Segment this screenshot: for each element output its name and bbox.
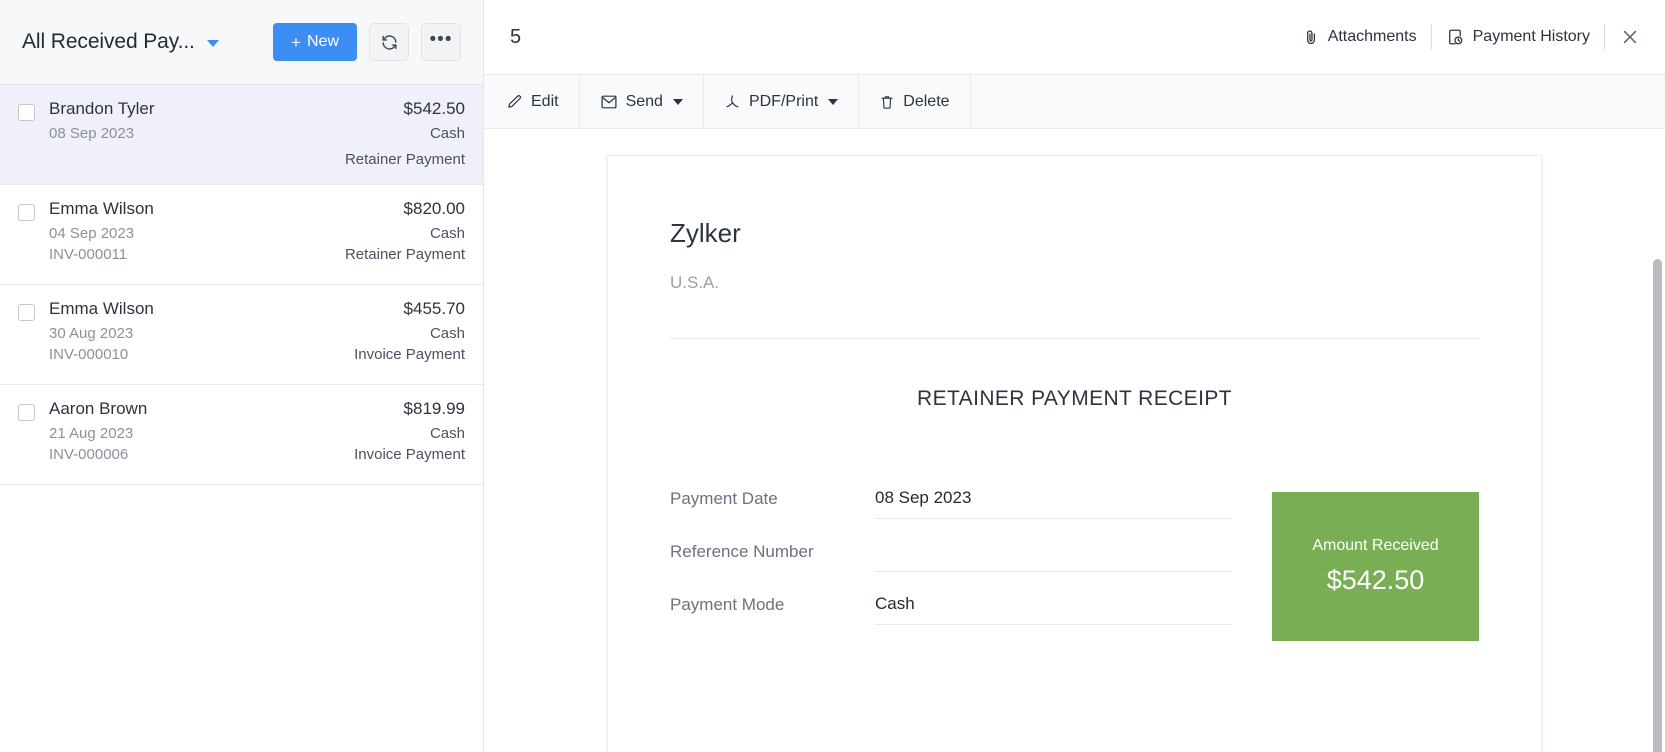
attachments-label: Attachments <box>1327 28 1417 45</box>
payment-date: 21 Aug 2023 <box>49 425 134 442</box>
chevron-down-icon <box>672 98 683 105</box>
organization-country: U.S.A. <box>670 273 720 292</box>
receipt-document: Zylker U.S.A. RETAINER PAYMENT RECEIPT P… <box>607 155 1542 752</box>
plus-icon: + <box>291 32 301 52</box>
chevron-down-icon <box>206 40 219 47</box>
delete-button[interactable]: Delete <box>859 75 971 128</box>
field-value: 08 Sep 2023 <box>875 488 1232 519</box>
detail-toolbar: Edit Send PDF/Print Delete <box>484 75 1665 129</box>
field-label: Reference Number <box>670 542 814 561</box>
more-options-button[interactable]: ••• <box>421 23 461 61</box>
payment-amount: $455.70 <box>403 299 465 318</box>
payment-detail-pane: 5 Attachments Payment History Edit Send … <box>484 0 1665 752</box>
record-number: 5 <box>510 25 522 48</box>
list-item[interactable]: Emma Wilson $455.70 30 Aug 2023 Cash INV… <box>0 285 483 385</box>
edit-button[interactable]: Edit <box>484 75 580 128</box>
app-root: All Received Pay... + New ••• Brandon Ty… <box>0 0 1665 752</box>
field-label: Payment Date <box>670 489 778 508</box>
payment-history-label: Payment History <box>1472 28 1590 45</box>
pdf-icon <box>726 94 739 108</box>
row-checkbox[interactable] <box>18 204 35 221</box>
payment-amount: $819.99 <box>403 399 465 418</box>
payment-type: Invoice Payment <box>354 446 465 463</box>
field-reference-number: Reference Number <box>670 519 1232 572</box>
payment-type: Retainer Payment <box>344 151 465 168</box>
pdf-print-button[interactable]: PDF/Print <box>704 75 860 128</box>
receipt-fields: Payment Date 08 Sep 2023 Reference Numbe… <box>670 466 1232 625</box>
payment-type: Invoice Payment <box>354 346 465 363</box>
header-divider <box>1604 24 1605 50</box>
payment-amount: $542.50 <box>403 99 465 118</box>
field-value: Cash <box>875 594 1232 625</box>
receipt-title: RETAINER PAYMENT RECEIPT <box>917 387 1232 410</box>
detail-header: 5 Attachments Payment History <box>484 0 1665 75</box>
payments-list-pane: All Received Pay... + New ••• Brandon Ty… <box>0 0 484 752</box>
close-button[interactable] <box>1613 20 1647 54</box>
vertical-scrollbar[interactable] <box>1653 259 1662 752</box>
delete-label: Delete <box>903 92 950 110</box>
row-checkbox[interactable] <box>18 304 35 321</box>
amount-received-label: Amount Received <box>1312 537 1439 554</box>
row-content: Brandon Tyler $542.50 08 Sep 2023 Cash R… <box>49 99 465 168</box>
list-header: All Received Pay... + New ••• <box>0 0 483 85</box>
payment-history-button[interactable]: Payment History <box>1432 28 1604 46</box>
payment-mode: Cash <box>429 225 465 242</box>
edit-label: Edit <box>531 92 559 110</box>
payment-amount: $820.00 <box>403 199 465 218</box>
payments-list[interactable]: Brandon Tyler $542.50 08 Sep 2023 Cash R… <box>0 85 483 752</box>
customer-name: Brandon Tyler <box>49 99 155 118</box>
payment-type: Retainer Payment <box>344 246 465 263</box>
field-label: Payment Mode <box>670 595 785 614</box>
refresh-icon <box>381 34 397 50</box>
invoice-number: INV-000006 <box>49 446 129 463</box>
view-title: All Received Pay... <box>22 30 195 53</box>
list-header-actions: + New ••• <box>273 23 461 61</box>
customer-name: Emma Wilson <box>49 199 154 218</box>
paperclip-icon <box>1306 30 1315 45</box>
list-item[interactable]: Aaron Brown $819.99 21 Aug 2023 Cash INV… <box>0 385 483 485</box>
row-checkbox[interactable] <box>18 104 35 121</box>
document-clock-icon <box>1448 29 1463 45</box>
new-button-label: New <box>306 33 339 50</box>
pdf-print-label: PDF/Print <box>748 92 819 110</box>
invoice-number: INV-000011 <box>49 246 128 263</box>
amount-received-value: $542.50 <box>1326 565 1425 595</box>
row-content: Emma Wilson $455.70 30 Aug 2023 Cash INV… <box>49 299 465 368</box>
new-button[interactable]: + New <box>273 23 357 61</box>
payment-date: 30 Aug 2023 <box>49 325 134 342</box>
payment-date: 08 Sep 2023 <box>49 125 135 142</box>
payment-date: 04 Sep 2023 <box>49 225 135 242</box>
amount-received-box: Amount Received $542.50 <box>1272 492 1479 641</box>
refresh-button[interactable] <box>369 23 409 61</box>
trash-icon <box>881 95 893 109</box>
receipt-divider <box>670 338 1479 339</box>
customer-name: Emma Wilson <box>49 299 154 318</box>
payment-mode: Cash <box>429 425 465 442</box>
document-scroll-area[interactable]: Zylker U.S.A. RETAINER PAYMENT RECEIPT P… <box>484 129 1665 752</box>
pencil-icon <box>508 95 522 108</box>
organization-name: Zylker <box>670 218 741 248</box>
customer-name: Aaron Brown <box>49 399 148 418</box>
view-selector[interactable]: All Received Pay... <box>22 30 273 54</box>
list-item[interactable]: Brandon Tyler $542.50 08 Sep 2023 Cash R… <box>0 85 483 185</box>
send-label: Send <box>625 92 663 110</box>
payment-mode: Cash <box>429 125 465 142</box>
receipt-body: Payment Date 08 Sep 2023 Reference Numbe… <box>670 466 1479 641</box>
field-payment-date: Payment Date 08 Sep 2023 <box>670 466 1232 519</box>
row-content: Emma Wilson $820.00 04 Sep 2023 Cash INV… <box>49 199 465 268</box>
field-value <box>875 544 1232 572</box>
ellipsis-icon: ••• <box>429 28 453 50</box>
payment-mode: Cash <box>429 325 465 342</box>
field-payment-mode: Payment Mode Cash <box>670 572 1232 625</box>
row-content: Aaron Brown $819.99 21 Aug 2023 Cash INV… <box>49 399 465 468</box>
attachments-button[interactable]: Attachments <box>1289 28 1431 46</box>
list-item[interactable]: Emma Wilson $820.00 04 Sep 2023 Cash INV… <box>0 185 483 285</box>
envelope-icon <box>601 95 617 108</box>
invoice-number: INV-000010 <box>49 346 129 363</box>
chevron-down-icon <box>828 98 839 105</box>
send-button[interactable]: Send <box>580 75 704 128</box>
row-checkbox[interactable] <box>18 404 35 421</box>
close-icon <box>1623 30 1637 44</box>
